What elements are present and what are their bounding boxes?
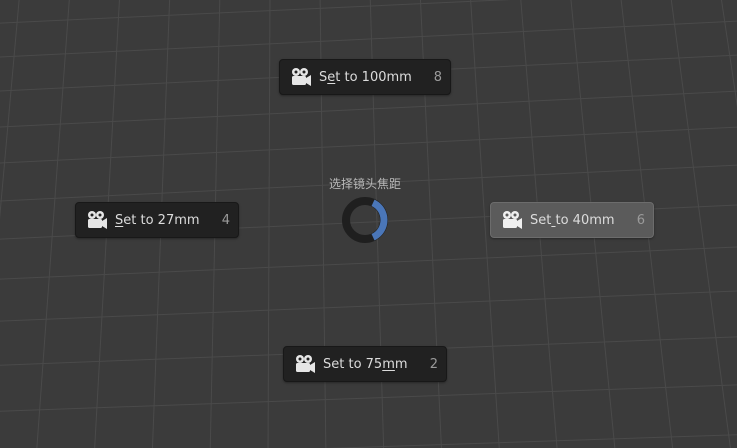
pie-item-label: Set to 40mm	[530, 212, 615, 228]
pie-item-hotkey: 8	[433, 69, 442, 85]
camera-icon	[503, 211, 522, 229]
pie-menu-title: 选择镜头焦距	[328, 177, 402, 191]
camera-icon	[292, 68, 311, 86]
camera-icon	[88, 211, 107, 229]
pie-item-hotkey: 2	[429, 356, 438, 372]
pie-item-set-100mm[interactable]: Set to 100mm 8	[279, 59, 451, 95]
pie-item-hotkey: 4	[221, 212, 230, 228]
3d-viewport[interactable]: 选择镜头焦距 Set to 100mm 8 Set to 27mm 4 Set …	[0, 0, 737, 448]
pie-item-label: Set to 100mm	[319, 69, 412, 85]
pie-item-label: Set to 27mm	[115, 212, 200, 228]
pie-item-set-75mm[interactable]: Set to 75mm 2	[283, 346, 447, 382]
pie-item-hotkey: 6	[636, 212, 645, 228]
pie-item-set-27mm[interactable]: Set to 27mm 4	[75, 202, 239, 238]
pie-direction-indicator	[342, 197, 388, 243]
pie-item-set-40mm[interactable]: Set to 40mm 6	[490, 202, 654, 238]
camera-icon	[296, 355, 315, 373]
pie-item-label: Set to 75mm	[323, 356, 408, 372]
